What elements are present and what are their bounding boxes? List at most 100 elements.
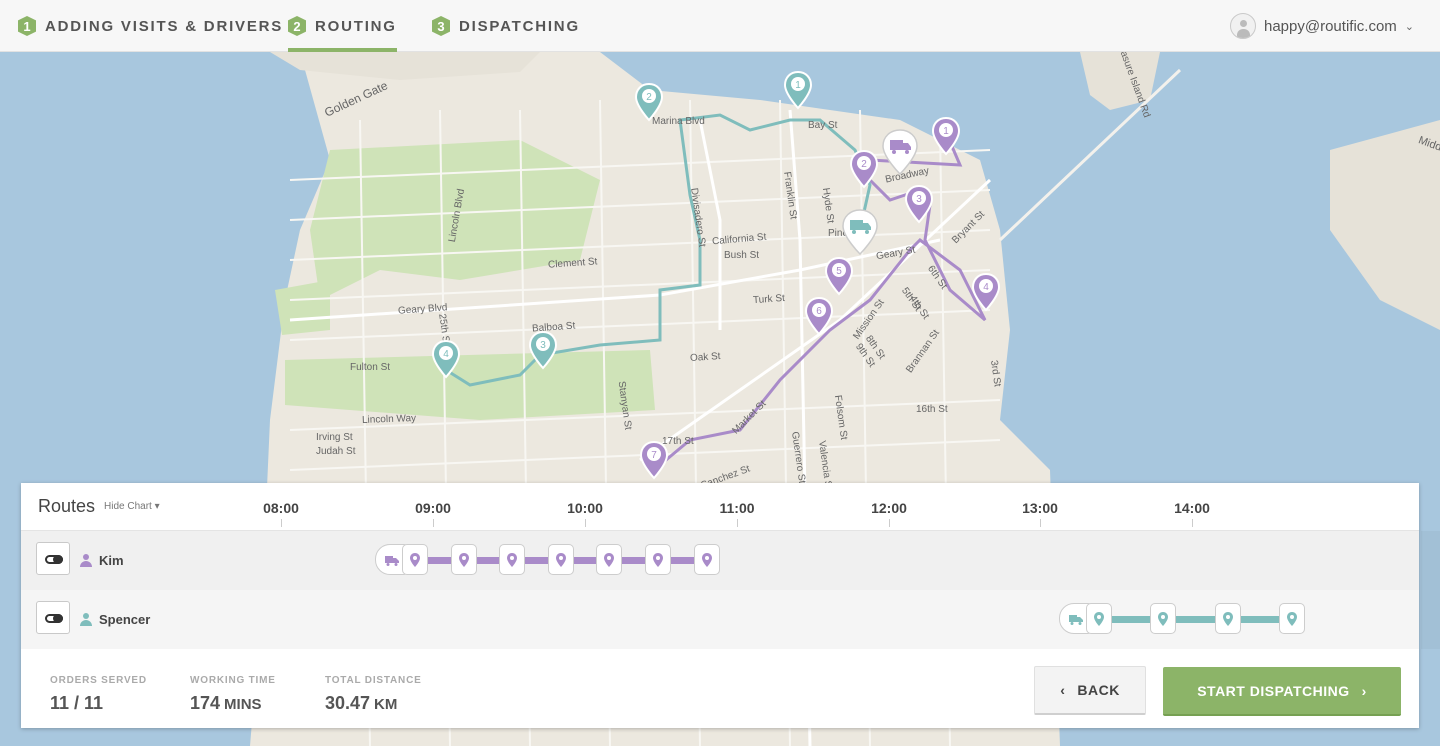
routes-panel: Routes Hide Chart ▾ 08:00 09:00 10:00 11… — [21, 483, 1419, 728]
spencer-stop-3-pin[interactable]: 3 — [528, 330, 558, 370]
map-pin-icon — [507, 552, 518, 567]
map-label: Fulton St — [350, 362, 391, 373]
pin-number: 3 — [540, 340, 546, 351]
stat-label: ORDERS SERVED — [50, 675, 147, 686]
driver-name: Spencer — [99, 612, 151, 627]
spencer-stop-1-pin[interactable]: 1 — [783, 70, 813, 110]
back-button[interactable]: ‹ BACK — [1034, 666, 1146, 715]
step-label: DISPATCHING — [459, 17, 580, 35]
map-pin-icon — [604, 552, 615, 567]
tick-mark — [585, 519, 586, 527]
time-tick: 09:00 — [415, 500, 451, 516]
start-dispatching-button[interactable]: START DISPATCHING › — [1163, 667, 1401, 716]
tick-mark — [281, 519, 282, 527]
chevron-right-icon: › — [1361, 682, 1367, 699]
stat-value: 11 / 11 — [50, 693, 104, 713]
pin-number: 2 — [646, 92, 652, 103]
kim-stop-4-pin[interactable]: 4 — [971, 272, 1001, 312]
step-number: 1 — [18, 16, 36, 36]
step-label: ADDING VISITS & DRIVERS — [45, 17, 284, 35]
timeline-stop-chip[interactable] — [596, 544, 623, 575]
timeline-stop-chip[interactable] — [1086, 603, 1112, 634]
time-tick: 12:00 — [871, 500, 907, 516]
truck-icon — [385, 555, 399, 566]
chevron-left-icon: ‹ — [1060, 682, 1066, 698]
map-pin-icon — [701, 552, 712, 567]
map-label: Irving St — [316, 432, 353, 443]
timeline-stop-chip[interactable] — [499, 544, 526, 575]
driver-row-spencer: Spencer — [21, 590, 1419, 649]
map-pin-icon — [1286, 611, 1297, 626]
user-email: happy@routific.com — [1264, 17, 1397, 35]
tick-mark — [1192, 519, 1193, 527]
stat-value: 174 — [190, 693, 221, 713]
map-pin-icon — [653, 552, 663, 567]
tick-mark — [889, 519, 890, 527]
start-label: START DISPATCHING — [1197, 682, 1350, 699]
avatar-icon — [1230, 13, 1256, 39]
spencer-stop-4-pin[interactable]: 4 — [431, 339, 461, 379]
kim-stop-6-pin[interactable]: 6 — [804, 296, 834, 336]
total-distance-stat: TOTAL DISTANCE 30.47 KM — [325, 675, 422, 714]
pin-number: 5 — [836, 266, 842, 277]
kim-route-toggle[interactable] — [36, 542, 70, 575]
step-number: 3 — [432, 16, 450, 36]
driver-name: Kim — [99, 553, 124, 568]
timeline-stop-chip[interactable] — [450, 544, 477, 575]
back-label: BACK — [1077, 682, 1120, 698]
map-pin-icon — [1222, 611, 1233, 626]
spencer-stop-2-pin[interactable]: 2 — [634, 82, 664, 122]
timeline-stop-chip[interactable] — [1278, 603, 1305, 634]
timeline-stop-chip[interactable] — [547, 544, 574, 575]
step-routing[interactable]: 2 ROUTING — [288, 0, 397, 52]
time-tick: 10:00 — [567, 500, 603, 516]
timeline-stop-chip[interactable] — [1150, 603, 1177, 634]
timeline-stop-chip[interactable] — [645, 544, 671, 575]
spencer-depot-truck-pin[interactable] — [841, 208, 879, 256]
truck-icon — [1069, 614, 1083, 625]
kim-stop-7-pin[interactable]: 7 — [639, 440, 669, 480]
step-label: ROUTING — [315, 17, 397, 35]
step-adding-visits[interactable]: 1 ADDING VISITS & DRIVERS — [18, 0, 283, 52]
timeline-stop-chip[interactable] — [402, 544, 428, 575]
map-pin-icon — [458, 552, 469, 567]
tick-mark — [737, 519, 738, 527]
kim-depot-truck-pin[interactable] — [881, 128, 919, 176]
hide-chart-toggle[interactable]: Hide Chart ▾ — [104, 501, 160, 512]
kim-stop-2-pin[interactable]: 2 — [849, 149, 879, 189]
pin-number: 1 — [795, 80, 801, 91]
kim-stop-1-pin[interactable]: 1 — [931, 116, 961, 156]
step-dispatching[interactable]: 3 DISPATCHING — [432, 0, 580, 52]
map-label: Bush St — [724, 250, 760, 261]
driver-row-kim: Kim — [21, 531, 1419, 590]
chevron-down-icon: ⌄ — [1404, 20, 1414, 33]
kim-driver: Kim — [80, 553, 124, 568]
timeline-column-shade — [1421, 531, 1440, 649]
pin-number: 4 — [443, 349, 449, 360]
timeline-stop-chip[interactable] — [693, 544, 720, 575]
spencer-route-toggle[interactable] — [36, 601, 70, 634]
map-pin-icon — [1094, 611, 1104, 626]
routes-title: Routes — [38, 496, 96, 516]
spencer-driver: Spencer — [80, 612, 150, 627]
kim-stop-3-pin[interactable]: 3 — [904, 184, 934, 224]
stat-label: WORKING TIME — [190, 675, 276, 686]
stat-unit: KM — [374, 696, 398, 713]
map-pin-icon — [410, 552, 420, 567]
user-menu[interactable]: happy@routific.com ⌄ — [1230, 13, 1414, 39]
top-navigation: 1 ADDING VISITS & DRIVERS 2 ROUTING 3 DI… — [0, 0, 1440, 52]
map-label: Oak St — [689, 350, 721, 365]
toggle-knob — [53, 555, 63, 564]
timeline-stop-chip[interactable] — [1214, 603, 1241, 634]
map-label: 16th St — [916, 404, 948, 415]
stat-value-wrap: 174 MINS — [190, 693, 276, 714]
map-pin-icon — [1158, 611, 1169, 626]
stat-value-wrap: 30.47 KM — [325, 693, 422, 714]
time-tick: 11:00 — [719, 500, 755, 516]
kim-stop-5-pin[interactable]: 5 — [824, 256, 854, 296]
chevron-down-icon: ▾ — [154, 501, 160, 512]
timeline-grid: Kim Spencer — [21, 531, 1419, 649]
stat-unit: MINS — [224, 696, 262, 713]
pin-number: 7 — [651, 450, 657, 461]
toggle-knob — [53, 614, 63, 623]
